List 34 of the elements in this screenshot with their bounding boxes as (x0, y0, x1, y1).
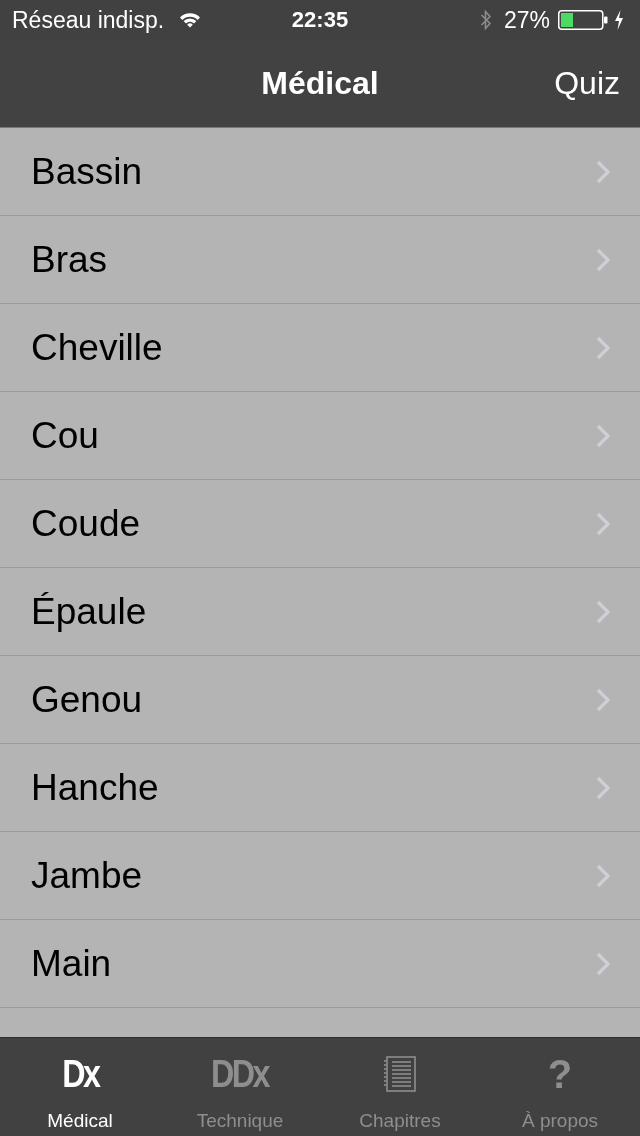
list-item[interactable]: Coude (0, 480, 640, 568)
quiz-button[interactable]: Quiz (550, 61, 624, 106)
notebook-icon (384, 1056, 416, 1093)
bluetooth-icon (479, 9, 492, 31)
list-item[interactable]: Cou (0, 392, 640, 480)
list-item[interactable]: Main (0, 920, 640, 1008)
tab[interactable]: Dx Médical (0, 1038, 160, 1136)
chevron-right-icon (596, 775, 610, 800)
carrier-text: Réseau indisp. (12, 6, 165, 34)
nav-title: Médical (261, 65, 379, 102)
chevron-right-icon (596, 159, 610, 184)
charging-bolt-icon (614, 10, 624, 30)
chevron-right-icon (596, 687, 610, 712)
clock-text: 22:35 (291, 7, 349, 33)
list-item[interactable]: Épaule (0, 568, 640, 656)
battery-percent-text: 27% (503, 6, 550, 34)
list-item[interactable]: Hanche (0, 744, 640, 832)
wifi-icon (178, 11, 203, 29)
tab-glyph-icon: ? (547, 1054, 573, 1095)
list-item[interactable]: Genou (0, 656, 640, 744)
list-item[interactable]: Cheville (0, 304, 640, 392)
chevron-right-icon (596, 599, 610, 624)
tab-glyph-icon: Dx (61, 1055, 99, 1094)
list-item[interactable]: Bras (0, 216, 640, 304)
chevron-right-icon (596, 863, 610, 888)
chevron-right-icon (596, 423, 610, 448)
chevron-right-icon (596, 951, 610, 976)
chevron-right-icon (596, 335, 610, 360)
tab-glyph-icon: DDx (211, 1055, 269, 1094)
list-item[interactable]: Jambe (0, 832, 640, 920)
battery-icon (558, 10, 608, 30)
list-item[interactable]: Bassin (0, 128, 640, 216)
chevron-right-icon (596, 247, 610, 272)
chevron-right-icon (596, 511, 610, 536)
